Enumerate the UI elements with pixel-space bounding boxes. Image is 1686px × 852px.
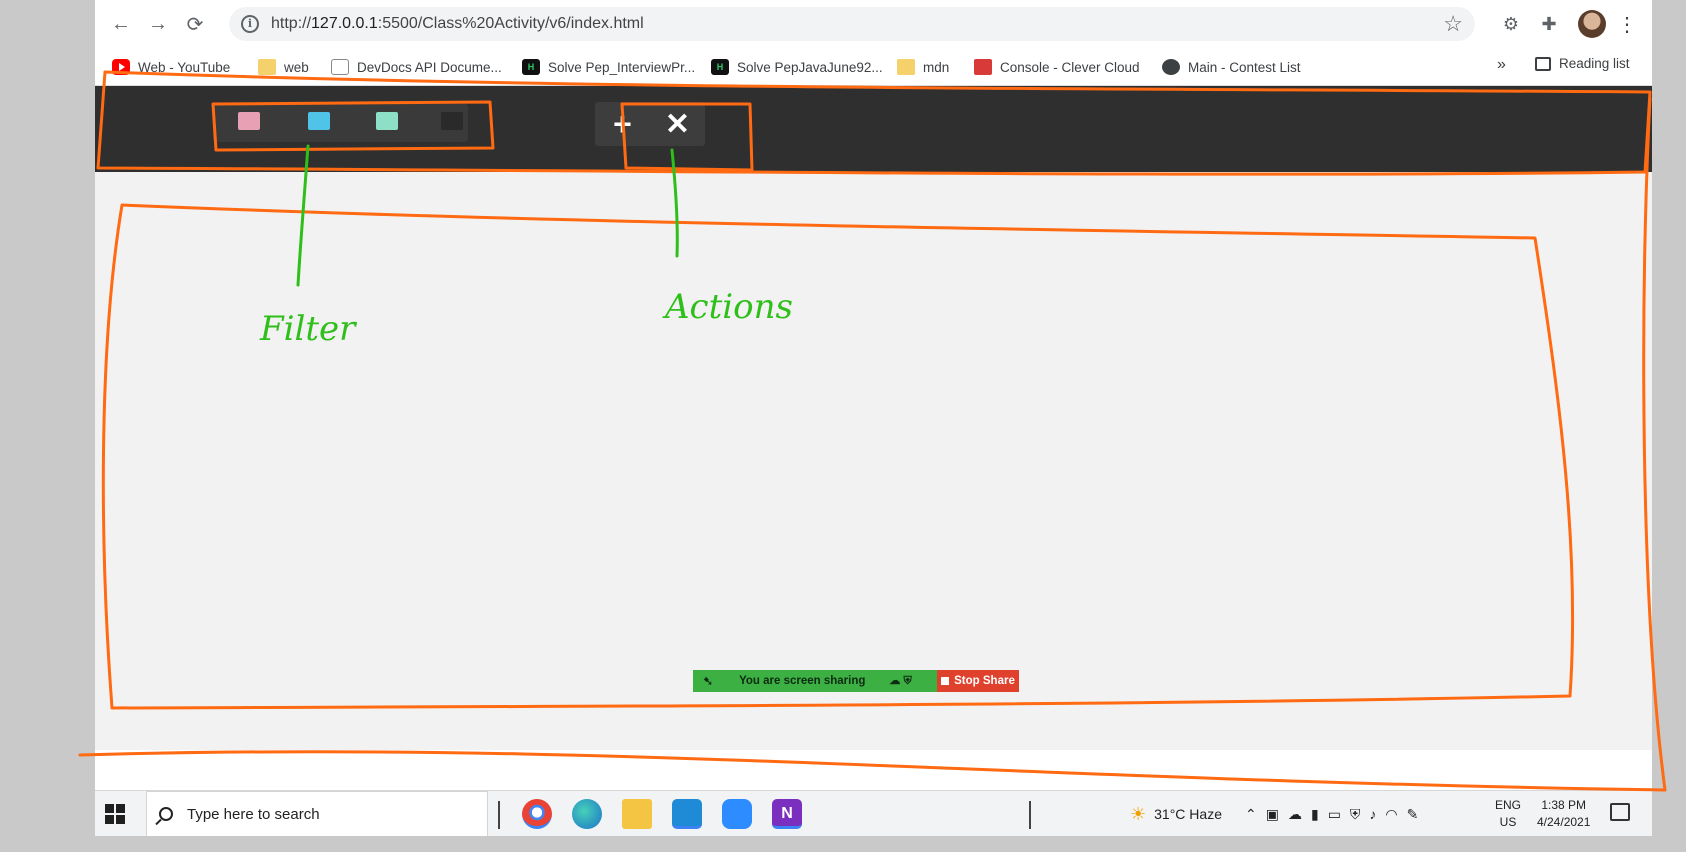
windows-taskbar: Type here to search N ☀ 31°C Haze ⌃ ▣ ☁ … [95,790,1652,836]
pin-icon: ➷ [703,674,714,688]
windows-start-icon[interactable] [105,804,125,824]
chevron-up-icon[interactable]: ⌃ [1245,806,1257,823]
search-placeholder: Type here to search [187,805,320,823]
add-button[interactable]: + [595,102,650,146]
hackerrank-icon: H [522,59,540,75]
devdocs-icon [331,59,349,75]
taskbar-search-box[interactable]: Type here to search [146,791,488,836]
weather-sun-icon: ☀ [1130,803,1147,824]
menu-kebab-icon[interactable]: ⋮ [1613,10,1641,38]
bookmark-star-icon[interactable]: ☆ [1443,11,1463,37]
onenote-icon[interactable]: N [772,799,802,829]
filter-swatch-pink[interactable] [238,112,260,130]
clock-time: 1:38 PM [1541,798,1587,812]
bookmark-label: Solve PepJavaJune92... [737,59,883,75]
bookmark-label: Solve Pep_InterviewPr... [548,59,696,75]
bookmark-web-folder[interactable]: web [258,56,309,78]
extensions-icon[interactable]: ✚ [1535,10,1563,38]
bookmark-pep-interview[interactable]: H Solve Pep_InterviewPr... [522,56,695,78]
share-message: You are screen sharing [739,675,866,687]
taskbar-separator [1029,801,1031,829]
bookmarks-overflow-button[interactable]: » [1497,56,1506,74]
wifi-icon[interactable]: ◠ [1385,806,1397,823]
reading-list-button[interactable]: Reading list [1535,56,1630,71]
settings-gear-icon[interactable]: ⚙ [1497,10,1525,38]
reading-list-label: Reading list [1559,56,1630,71]
globe-icon [1162,59,1180,75]
weather-text: 31°C Haze [1154,806,1222,822]
volume-icon[interactable]: ♪ [1369,806,1376,822]
stop-icon [941,677,950,685]
back-icon[interactable]: ← [107,10,135,38]
color-filter-group [213,104,468,142]
filter-swatch-black[interactable] [441,112,463,130]
edge-icon[interactable] [572,799,602,829]
bookmark-youtube[interactable]: Web - YouTube [112,56,230,78]
folder-icon [258,59,276,75]
url-prefix: http:// [271,15,312,32]
vscode-icon[interactable] [672,799,702,829]
bookmark-label: Main - Contest List [1188,59,1301,75]
weather-widget[interactable]: ☀ 31°C Haze [1130,791,1222,836]
share-status: ➷ You are screen sharing ☁ ⛨ [693,670,937,692]
onedrive-icon[interactable]: ☁ [1288,806,1302,823]
bookmark-label: web [284,59,309,75]
taskbar-separator [498,801,500,829]
hackerrank-icon: H [711,59,729,75]
url-rest: :5500/Class%20Activity/v6/index.html [377,15,644,32]
battery-icon[interactable]: ▭ [1328,806,1341,823]
pen-icon[interactable]: ✎ [1407,806,1419,823]
remove-button[interactable]: ✕ [650,102,705,146]
security-shield-icon[interactable]: ⛨ [1350,806,1361,823]
clever-cloud-icon [974,59,992,75]
taskbar-clock[interactable]: 1:38 PM 4/24/2021 [1537,797,1590,831]
filter-swatch-green[interactable] [376,112,398,130]
bookmark-label: mdn [923,59,950,75]
search-icon [159,807,173,821]
notifications-icon[interactable] [1610,803,1630,821]
forward-icon[interactable]: → [144,10,172,38]
stop-share-button[interactable]: Stop Share [937,670,1019,692]
bookmark-label: DevDocs API Docume... [357,59,502,75]
bookmark-label: Web - YouTube [138,59,231,75]
screen-share-bar: ➷ You are screen sharing ☁ ⛨ Stop Share [693,670,1019,692]
site-info-icon[interactable]: i [241,15,259,33]
app-toolbar: + ✕ [95,86,1652,172]
microphone-icon[interactable]: ▮ [1311,806,1319,823]
bookmark-devdocs[interactable]: DevDocs API Docume... [331,56,502,78]
reading-list-icon [1535,56,1551,71]
zoom-icon[interactable] [722,799,752,829]
youtube-icon [112,59,130,75]
bookmark-mdn-folder[interactable]: mdn [897,56,949,78]
system-tray-icons[interactable]: ⌃ ▣ ☁ ▮ ▭ ⛨ ♪ ◠ ✎ [1245,791,1418,836]
bookmark-clever-cloud[interactable]: Console - Clever Cloud [974,56,1140,78]
bookmark-label: Console - Clever Cloud [1000,59,1140,75]
profile-avatar[interactable] [1578,10,1606,38]
folder-icon [897,59,915,75]
meet-now-icon[interactable]: ▣ [1266,806,1279,823]
url-text[interactable]: http://127.0.0.1:5500/Class%20Activity/v… [271,15,644,33]
clock-date: 4/24/2021 [1537,815,1591,829]
bookmarks-bar: Web - YouTube web DevDocs API Docume... … [95,48,1652,86]
language-indicator[interactable]: ENG US [1495,797,1521,831]
address-bar[interactable]: i http://127.0.0.1:5500/Class%20Activity… [229,7,1475,41]
action-button-group: + ✕ [595,102,705,146]
language-primary: ENG [1495,798,1522,812]
file-explorer-icon[interactable] [622,799,652,829]
reload-icon[interactable]: ⟳ [181,10,209,38]
bookmark-contest-list[interactable]: Main - Contest List [1162,56,1301,78]
screen: ← → ⟳ i http://127.0.0.1:5500/Class%20Ac… [95,0,1652,836]
web-page: + ✕ [95,86,1652,750]
share-status-icons: ☁ ⛨ [889,675,912,687]
browser-toolbar: ← → ⟳ i http://127.0.0.1:5500/Class%20Ac… [95,0,1652,48]
bookmark-pep-java[interactable]: H Solve PepJavaJune92... [711,56,883,78]
language-secondary: US [1499,815,1517,829]
filter-swatch-blue[interactable] [308,112,330,130]
url-host: 127.0.0.1 [311,15,378,32]
stop-share-label: Stop Share [954,675,1015,687]
chrome-icon[interactable] [522,799,552,829]
